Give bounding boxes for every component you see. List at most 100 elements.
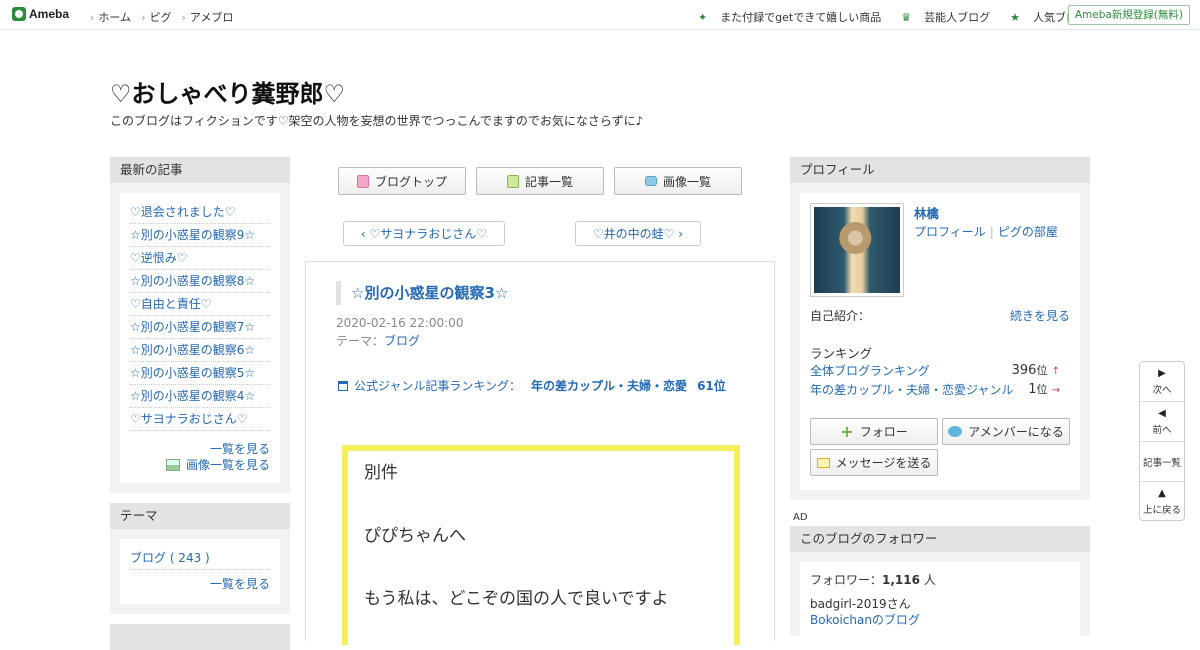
nav-pigg[interactable]: ピグ <box>141 9 171 25</box>
profile-box: プロフィール 林檎 プロフィール | ピグの部屋 自己紹介： 続きを見る ランキング… <box>790 157 1090 500</box>
ranking-genre-unit: 位 <box>1036 383 1048 396</box>
body-line: ぴぴちゃんへ <box>364 526 466 546</box>
link-furoku[interactable]: ✦ また付録でgetできて嬉しい商品 <box>688 9 881 25</box>
article-list-icon <box>506 174 519 188</box>
follow-label: フォロー <box>859 425 908 439</box>
ranking-genre-link[interactable]: 年の差カップル・夫婦・恋愛ジャンル <box>810 383 1013 397</box>
link-celebrity-blog[interactable]: ♛ 芸能人ブログ <box>891 9 990 25</box>
recent-article-link[interactable]: ♡自由と責任♡ <box>130 293 270 316</box>
speech-bubble-icon <box>948 426 963 437</box>
chevron-left-icon: ‹ <box>360 226 370 241</box>
article-theme: テーマ：ブログ <box>336 332 420 349</box>
nav-home[interactable]: ホーム <box>90 9 131 25</box>
article-body-box: 別件 ぴぴちゃんへ もう私は、どこぞの国の人で良いですよ <box>342 445 740 645</box>
ranking-overall-number: 396 <box>1011 363 1037 378</box>
intro-label: 自己紹介： <box>810 309 871 323</box>
see-image-list-link[interactable]: 画像一覧を見る <box>130 457 270 473</box>
float-next-button[interactable]: ▶ 次へ <box>1140 362 1184 402</box>
theme-see-list-link[interactable]: 一覧を見る <box>130 576 270 592</box>
envelope-icon <box>816 457 830 468</box>
theme-heading: テーマ <box>110 503 290 529</box>
floating-nav: ▶ 次へ ◀ 前へ 記事一覧 ▲ 上に戻る <box>1139 361 1185 521</box>
article: ☆別の小惑星の観察3☆ 2020-02-16 22:00:00 テーマ：ブログ … <box>305 261 775 645</box>
ranking-genre-value: 1位 → <box>1028 381 1060 397</box>
signup-button[interactable]: Ameba新規登録(無料) <box>1067 5 1190 25</box>
trend-flat-icon: → <box>1051 385 1060 396</box>
recent-article-link[interactable]: ♡逆恨み♡ <box>130 247 270 270</box>
ranking-heading: ランキング <box>810 346 873 361</box>
blog-description: このブログはフィクションです♡架空の人物を妄想の世界でつっこんでますのでお気にな… <box>110 114 644 128</box>
next-article-label: ♡井の中の蛙♡ <box>592 227 675 241</box>
calendar-icon <box>338 380 348 391</box>
pig-room-link[interactable]: ピグの部屋 <box>998 225 1058 239</box>
follower-blog-link[interactable]: Bokoichanのブログ <box>810 611 920 628</box>
profile-inner: 林檎 プロフィール | ピグの部屋 自己紹介： 続きを見る ランキング 全体ブログラ… <box>800 193 1080 490</box>
recent-article-link[interactable]: ☆別の小惑星の観察6☆ <box>130 339 270 362</box>
logo-text: Ameba <box>29 7 70 21</box>
see-article-list-link[interactable]: 一覧を見る <box>130 441 270 457</box>
follow-button[interactable]: + フォロー <box>810 418 938 445</box>
ameba-logo[interactable]: Ameba <box>12 7 69 21</box>
see-image-list-label: 画像一覧を見る <box>185 458 270 472</box>
float-top-button[interactable]: ▲ 上に戻る <box>1140 482 1184 522</box>
avatar-photo <box>814 207 900 293</box>
avatar[interactable] <box>810 203 904 297</box>
play-right-icon: ▶ <box>1158 367 1166 379</box>
next-article-link[interactable]: ♡井の中の蛙♡ › <box>575 221 701 246</box>
profile-heading: プロフィール <box>790 157 1090 183</box>
prev-article-label: ♡サヨナラおじさん♡ <box>369 227 488 241</box>
body-line-blank <box>364 549 718 587</box>
recent-articles-box: 最新の記事 ♡退会されました♡ ☆別の小惑星の観察9☆ ♡逆恨み♡ ☆別の小惑星… <box>110 157 290 493</box>
arrow-up-icon: ▲ <box>1158 488 1166 499</box>
prev-article-link[interactable]: ‹ ♡サヨナラおじさん♡ <box>343 221 505 246</box>
blog-top-button[interactable]: ブログトップ <box>338 167 466 195</box>
blog-top-label: ブログトップ <box>374 174 447 189</box>
profile-name[interactable]: 林檎 <box>914 203 939 222</box>
blog-title[interactable]: ♡おしゃべり糞野郎♡ <box>110 74 345 109</box>
body-line: 別件 <box>364 463 398 483</box>
top-right-links: ✦ また付録でgetできて嬉しい商品 ♛ 芸能人ブログ ★ 人気ブログ <box>678 9 1088 25</box>
recent-article-link[interactable]: ☆別の小惑星の観察4☆ <box>130 385 270 408</box>
recent-article-link[interactable]: ♡サヨナラおじさん♡ <box>130 408 270 431</box>
message-button[interactable]: メッセージを送る <box>810 449 938 476</box>
profile-links: プロフィール | ピグの部屋 <box>914 223 1058 240</box>
star-icon: ★ <box>1010 11 1020 24</box>
recent-article-link[interactable]: ♡退会されました♡ <box>130 201 270 224</box>
ranking-overall-link[interactable]: 全体ブログランキング <box>810 364 930 378</box>
ranking-overall-value: 396位 ↑ <box>1012 362 1060 378</box>
recent-article-link[interactable]: ☆別の小惑星の観察7☆ <box>130 316 270 339</box>
plus-icon: + <box>840 422 854 441</box>
image-list-label: 画像一覧 <box>662 174 711 189</box>
recent-article-link[interactable]: ☆別の小惑星の観察5☆ <box>130 362 270 385</box>
blog-top-icon <box>356 174 369 188</box>
top-bar: Ameba ホーム ピグ アメブロ ✦ また付録でgetできて嬉しい商品 ♛ 芸能人… <box>0 0 1200 30</box>
link-celebrity-label: 芸能人ブログ <box>924 11 991 24</box>
amember-button[interactable]: アメンバーになる <box>942 418 1070 445</box>
trend-up-icon: ↑ <box>1051 366 1060 377</box>
float-list-button[interactable]: 記事一覧 <box>1140 442 1184 482</box>
top-nav: ホーム ピグ アメブロ <box>90 9 243 25</box>
theme-item-blog[interactable]: ブログ ( 243 ) <box>130 547 270 570</box>
image-list-button[interactable]: 画像一覧 <box>614 167 742 195</box>
intro-more-link[interactable]: 続きを見る <box>1010 307 1070 324</box>
ranking-rank: 61位 <box>697 379 726 393</box>
article-date: 2020-02-16 22:00:00 <box>336 316 464 330</box>
followers-label: フォロワー： <box>810 573 883 587</box>
article-ranking[interactable]: 公式ジャンル記事ランキング： 年の差カップル・夫婦・恋愛 61位 <box>338 377 726 394</box>
article-title[interactable]: ☆別の小惑星の観察3☆ <box>336 281 508 305</box>
profile-link[interactable]: プロフィール <box>914 225 986 239</box>
nav-ameblo[interactable]: アメブロ <box>181 9 233 25</box>
follower-name: badgirl-2019さん <box>810 597 911 611</box>
recent-article-link[interactable]: ☆別の小惑星の観察9☆ <box>130 224 270 247</box>
ameba-logo-icon <box>12 7 26 21</box>
recent-article-link[interactable]: ☆別の小惑星の観察8☆ <box>130 270 270 293</box>
ranking-genre: 年の差カップル・夫婦・恋愛 <box>531 379 688 393</box>
message-label: メッセージを送る <box>835 456 932 470</box>
play-left-icon: ◀ <box>1158 407 1166 419</box>
recent-articles-list: ♡退会されました♡ ☆別の小惑星の観察9☆ ♡逆恨み♡ ☆別の小惑星の観察8☆ … <box>120 193 280 483</box>
ranking-row-genre: 年の差カップル・夫婦・恋愛ジャンル 1位 → <box>810 381 1060 398</box>
body-line: もう私は、どこぞの国の人で良いですよ <box>364 589 669 609</box>
float-prev-button[interactable]: ◀ 前へ <box>1140 402 1184 442</box>
article-list-button[interactable]: 記事一覧 <box>476 167 604 195</box>
article-theme-link[interactable]: ブログ <box>384 334 420 348</box>
